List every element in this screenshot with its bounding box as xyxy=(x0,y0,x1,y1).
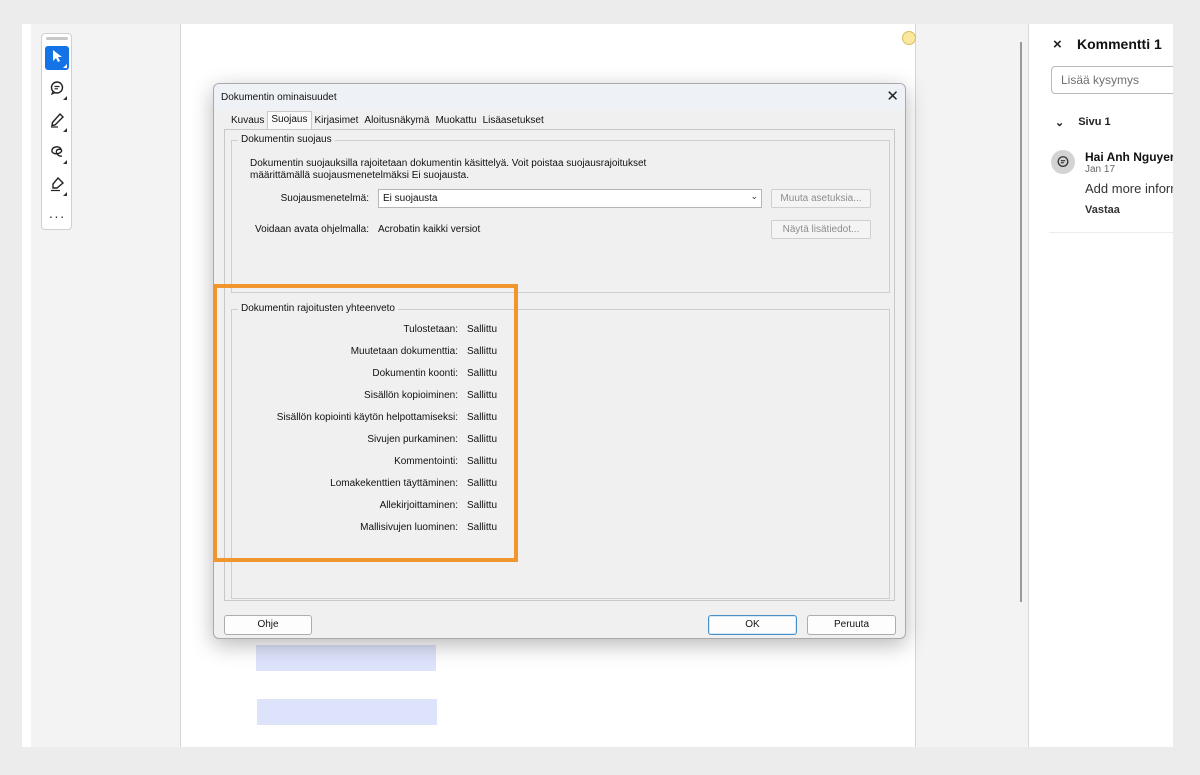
ok-button[interactable]: OK xyxy=(708,615,797,635)
show-details-button[interactable]: Näytä lisätiedot... xyxy=(771,220,871,239)
left-rail xyxy=(22,24,31,747)
text-highlight[interactable] xyxy=(256,645,436,671)
reply-button[interactable]: Vastaa xyxy=(1085,204,1120,216)
tab-advanced[interactable]: Lisäasetukset xyxy=(480,113,547,129)
tool-menu-indicator xyxy=(63,96,67,100)
add-comment-tool-button[interactable] xyxy=(45,78,69,102)
document-security-group: Dokumentin suojaus Dokumentin suojauksil… xyxy=(231,134,890,293)
cancel-button[interactable]: Peruuta xyxy=(807,615,896,635)
more-tools-button[interactable]: ··· xyxy=(45,204,69,228)
dialog-titlebar[interactable]: Dokumentin ominaisuudet ✕ xyxy=(214,84,905,110)
toolbar-grip[interactable] xyxy=(46,37,68,40)
close-panel-button[interactable]: × xyxy=(1053,36,1062,53)
annotation-highlight-box xyxy=(213,284,518,562)
tool-menu-indicator xyxy=(63,192,67,196)
vertical-scrollbar[interactable] xyxy=(1020,42,1022,602)
select-tool-button[interactable] xyxy=(45,46,69,70)
tab-custom[interactable]: Muokattu xyxy=(432,113,479,129)
fill-sign-tool-button[interactable] xyxy=(45,174,69,198)
quick-tools-toolbar: ··· xyxy=(41,33,72,230)
text-highlight[interactable] xyxy=(257,699,437,725)
comment-icon xyxy=(1057,156,1069,168)
close-icon[interactable]: ✕ xyxy=(886,87,899,105)
comments-panel: × Kommentti 1 Lisää kysymys ⌄ Sivu 1 Hai… xyxy=(1028,24,1173,747)
change-settings-button[interactable]: Muuta asetuksia... xyxy=(771,189,871,208)
chevron-down-icon: ⌄ xyxy=(750,191,758,201)
help-button[interactable]: Ohje xyxy=(224,615,312,635)
page-group-toggle[interactable]: ⌄ Sivu 1 xyxy=(1055,116,1111,129)
security-method-select[interactable]: Ei suojausta ⌄ xyxy=(378,189,762,208)
tab-strip: Kuvaus Suojaus Kirjasimet Aloitusnäkymä … xyxy=(228,111,547,129)
group-legend: Dokumentin suojaus xyxy=(238,134,335,145)
freehand-tool-button[interactable] xyxy=(45,142,69,166)
comment-marker-icon[interactable] xyxy=(902,31,916,45)
chevron-down-icon: ⌄ xyxy=(1055,117,1065,129)
divider xyxy=(1049,232,1173,233)
page-group-label: Sivu 1 xyxy=(1078,116,1111,128)
tool-menu-indicator xyxy=(63,128,67,132)
open-with-label: Voidaan avata ohjelmalla: xyxy=(255,224,369,235)
add-question-input[interactable]: Lisää kysymys xyxy=(1051,66,1173,94)
dialog-title: Dokumentin ominaisuudet xyxy=(221,92,337,103)
tab-fonts[interactable]: Kirjasimet xyxy=(312,113,362,129)
comment-author: Hai Anh Nguyen xyxy=(1085,150,1173,164)
tab-description[interactable]: Kuvaus xyxy=(228,113,267,129)
security-method-value: Ei suojausta xyxy=(383,193,438,204)
tab-security[interactable]: Suojaus xyxy=(267,111,312,129)
security-method-label: Suojausmenetelmä: xyxy=(280,193,369,204)
open-with-value: Acrobatin kaikki versiot xyxy=(378,224,481,235)
tool-menu-indicator xyxy=(63,160,67,164)
security-description: Dokumentin suojauksilla rajoitetaan doku… xyxy=(250,158,647,181)
tab-initial-view[interactable]: Aloitusnäkymä xyxy=(361,113,432,129)
comment-date: Jan 17 xyxy=(1085,164,1116,175)
panel-title: Kommentti 1 xyxy=(1077,36,1162,52)
tool-menu-indicator xyxy=(63,64,67,68)
comment-text: Add more inform xyxy=(1085,181,1173,196)
draw-tool-button[interactable] xyxy=(45,110,69,134)
avatar xyxy=(1051,150,1075,174)
